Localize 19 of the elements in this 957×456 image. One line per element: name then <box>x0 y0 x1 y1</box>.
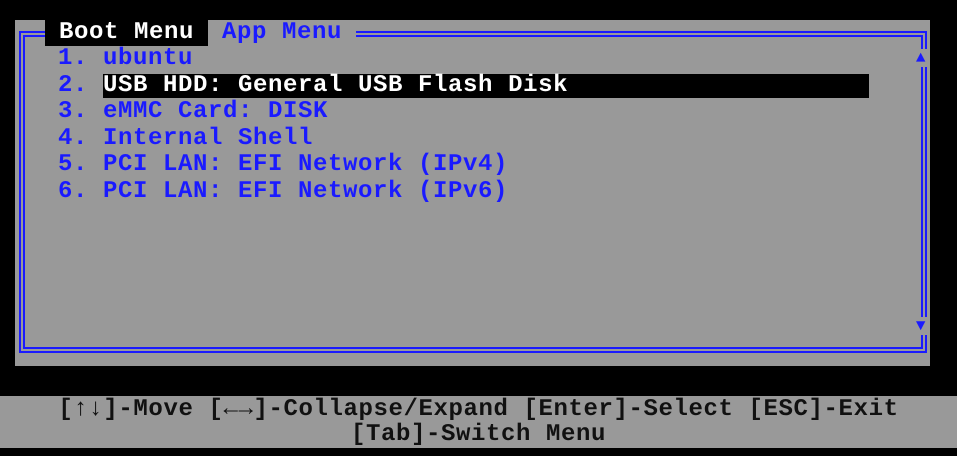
menu-tab[interactable]: Boot Menu <box>45 20 208 46</box>
menu-tab[interactable]: App Menu <box>208 20 356 46</box>
entry-number: 2. <box>58 72 90 99</box>
boot-entry[interactable]: USB HDD: General USB Flash Disk <box>103 74 869 98</box>
key-hint: [←→]-Collapse/Expand <box>208 397 508 422</box>
entry-number: 3. <box>58 99 90 126</box>
boot-entry[interactable]: PCI LAN: EFI Network (IPv6) <box>103 180 869 204</box>
entry-number: 4. <box>58 126 90 152</box>
entry-number: 5. <box>58 152 90 178</box>
boot-entry[interactable]: eMMC Card: DISK <box>103 100 869 124</box>
boot-entry[interactable]: PCI LAN: EFI Network (IPv4) <box>103 153 869 178</box>
key-hint: [↑↓]-Move <box>58 397 194 422</box>
key-hint: [ESC]-Exit <box>748 397 899 422</box>
boot-entry[interactable]: ubuntu <box>103 47 869 72</box>
key-hint: [Enter]-Select <box>524 397 734 422</box>
boot-entry[interactable]: Internal Shell <box>103 126 869 151</box>
entry-number: 1. <box>58 46 90 72</box>
entry-number: 6. <box>58 178 90 205</box>
key-hint: [Tab]-Switch Menu <box>350 422 606 447</box>
